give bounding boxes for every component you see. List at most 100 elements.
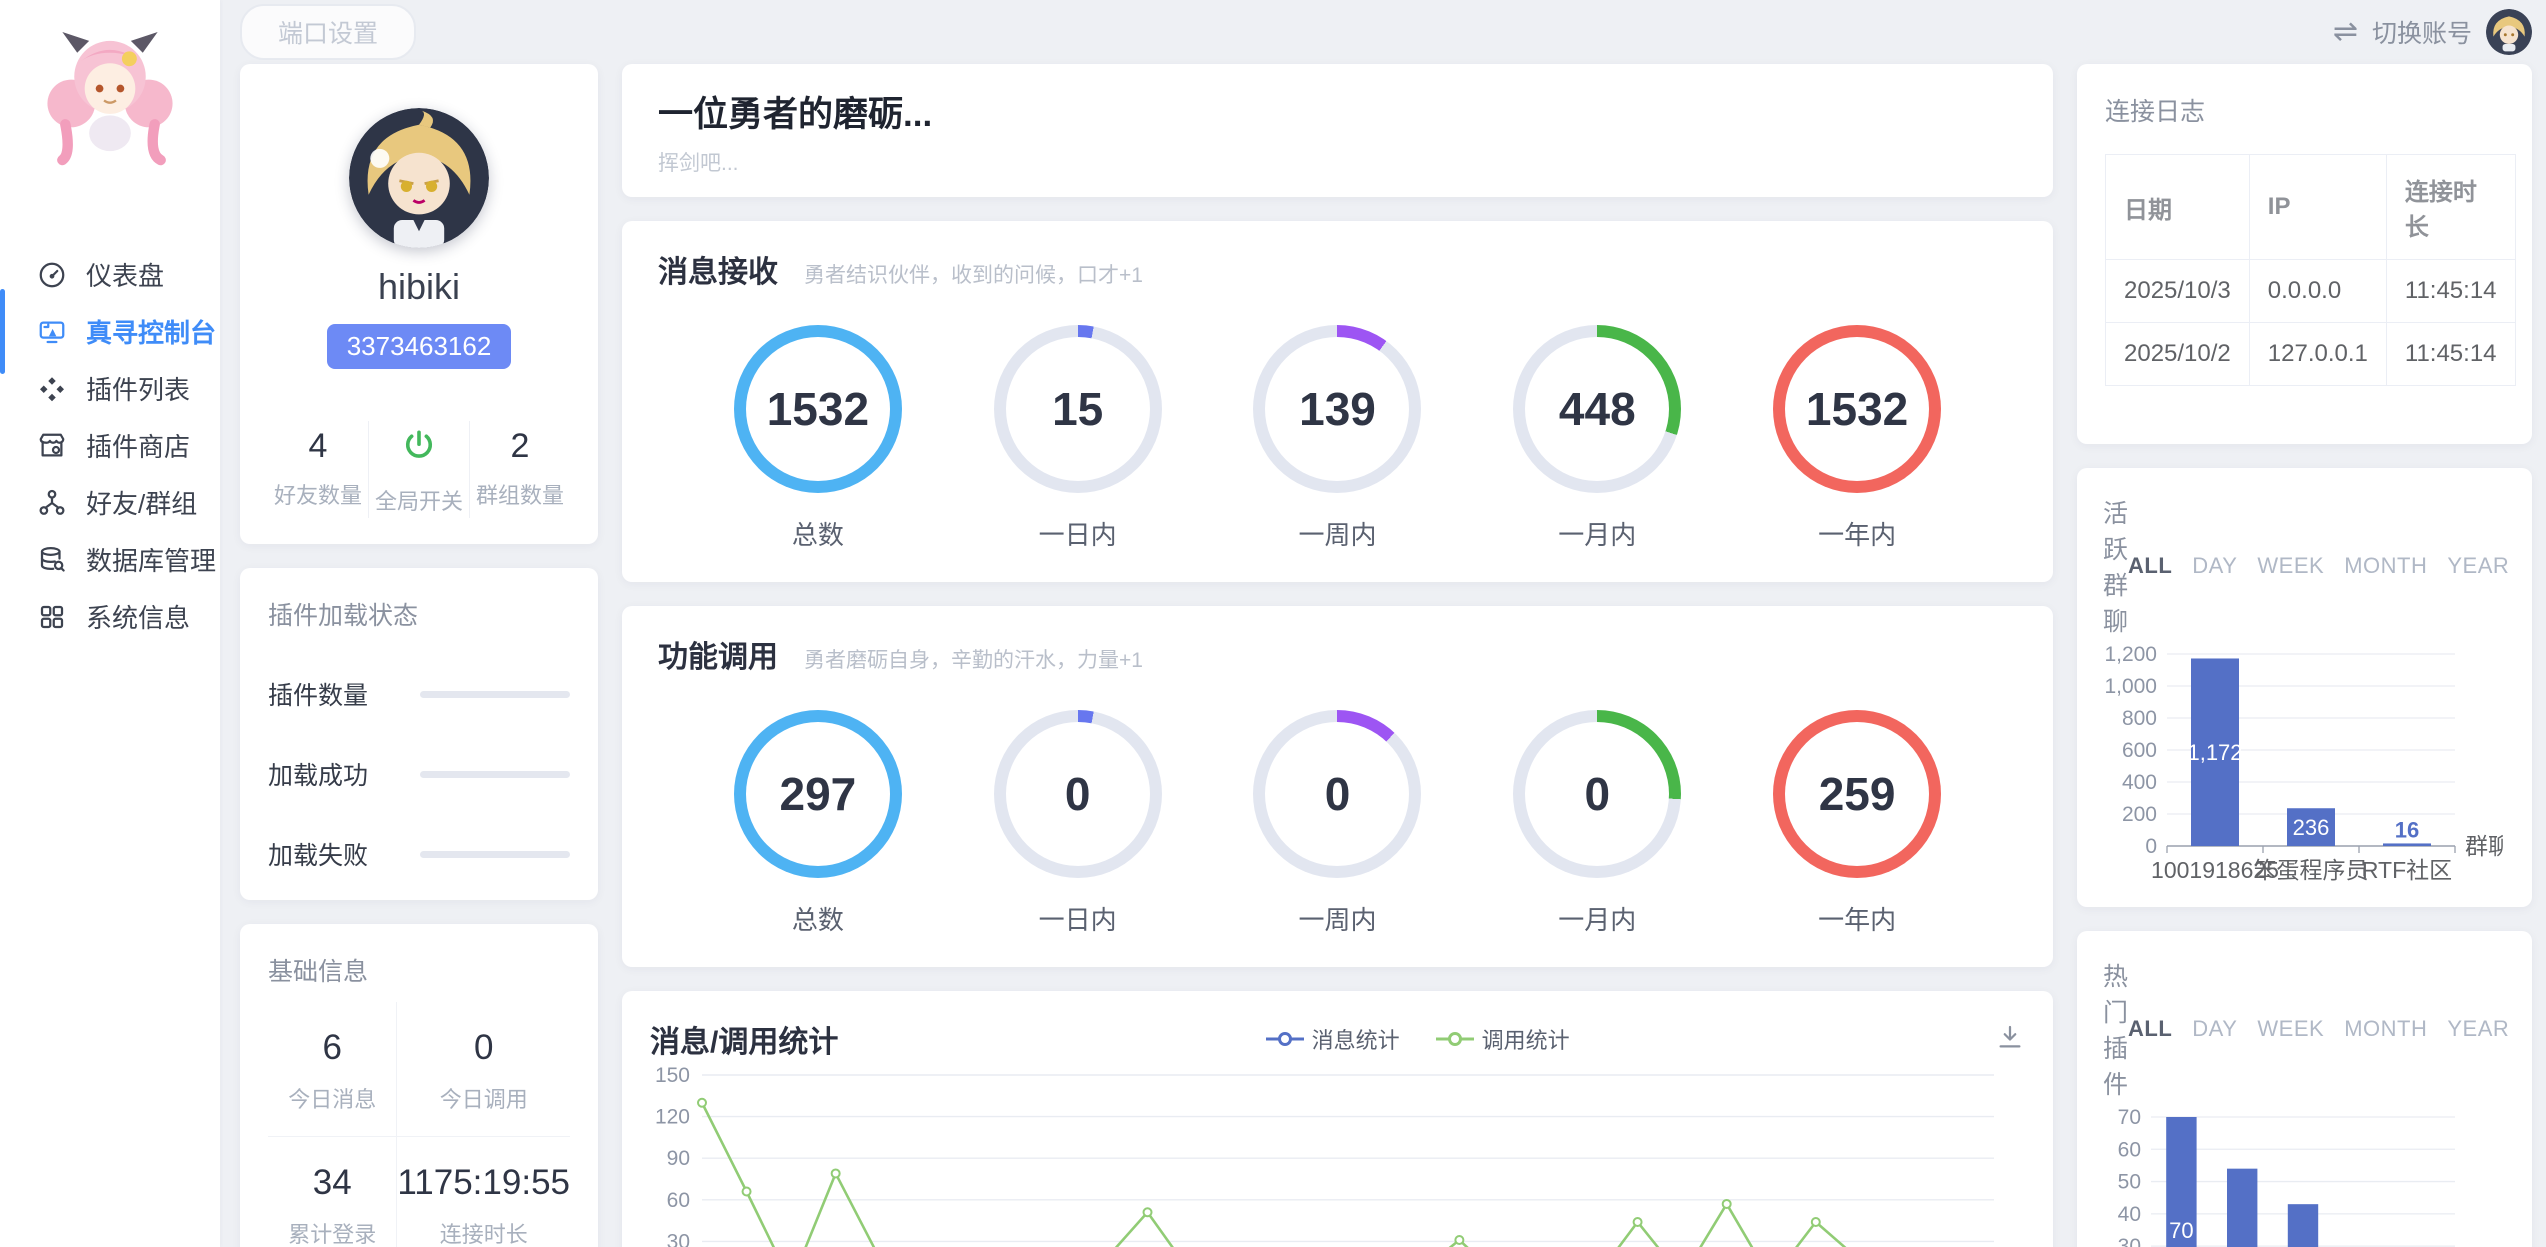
stat-ring-一年内: 259一年内 [1773,710,1941,937]
log-cell: 11:45:14 [2386,260,2515,323]
svg-text:600: 600 [2122,739,2157,762]
plugin-status-rows: 插件数量加载成功加载失败 [268,676,570,872]
stat-ring-一周内: 139一周内 [1253,325,1421,552]
switch-account-button[interactable]: ⇌ 切换账号 [2333,9,2532,55]
hot-plugins-chart: 01020304050607070戳一戳54俄罗斯轮盘赌43bot_plugin… [2103,1101,2503,1247]
active-groups-card: 活跃群聊 ALLDAYWEEKMONTHYEAR 02004006008001,… [2077,468,2532,907]
range-tab-week[interactable]: WEEK [2257,553,2324,579]
ring-value: 139 [1299,382,1376,436]
svg-text:70: 70 [2118,1106,2141,1129]
range-tab-year[interactable]: YEAR [2447,553,2509,579]
log-cell: 2025/10/2 [2106,323,2250,386]
port-settings-button[interactable]: 端口设置 [240,4,416,60]
range-tab-day[interactable]: DAY [2192,1016,2237,1042]
range-tab-all[interactable]: ALL [2128,553,2172,579]
today-messages-cell: 6 今日消息 [268,1002,397,1137]
sidebar: 仪表盘真寻控制台插件列表插件商店好友/群组数据库管理系统信息 [0,0,220,1247]
svg-text:1,172: 1,172 [2187,740,2242,765]
sidebar-item-数据库管理[interactable]: 数据库管理 [0,531,220,588]
sidebar-item-真寻控制台[interactable]: 真寻控制台 [0,303,220,360]
hero-subtitle: 挥剑吧... [658,147,2017,177]
plugin-progress-label: 加载失败 [268,836,420,872]
plugin-progress-bar [420,771,570,778]
console-icon [36,316,68,348]
sidebar-item-label: 插件列表 [86,370,190,407]
svg-text:0: 0 [2145,835,2157,858]
stat-ring-一年内: 1532一年内 [1773,325,1941,552]
log-cell: 0.0.0.0 [2249,260,2386,323]
range-tab-week[interactable]: WEEK [2257,1016,2324,1042]
svg-text:800: 800 [2122,707,2157,730]
chart-legend: 消息统计 调用统计 [838,1023,1995,1055]
stat-ring-一日内: 0一日内 [994,710,1162,937]
svg-text:1,000: 1,000 [2104,675,2157,698]
ring-value: 448 [1559,382,1636,436]
range-tab-year[interactable]: YEAR [2447,1016,2509,1042]
sidebar-item-label: 仪表盘 [86,256,164,293]
legend-label: 调用统计 [1482,1023,1570,1055]
message-received-card: 消息接收 勇者结识伙伴，收到的问候，口才+1 1532总数15一日内139一周内… [622,221,2053,582]
ring-gauge: 297 [734,710,902,878]
connect-duration-cell: 1175:19:55 连接时长 [397,1137,570,1247]
ring-value: 0 [1065,767,1091,821]
app-root: 仪表盘真寻控制台插件列表插件商店好友/群组数据库管理系统信息 端口设置 ⇌ 切换… [0,0,2546,1247]
range-tab-month[interactable]: MONTH [2344,553,2427,579]
sidebar-item-label: 插件商店 [86,427,190,464]
plugin-progress-row: 加载成功 [268,756,570,792]
active-groups-tabs: ALL DAY WEEK MONTH YEAR [2128,553,2509,579]
group-count-label: 群组数量 [470,478,570,510]
ring-gauge: 0 [1513,710,1681,878]
log-cell: 11:45:14 [2386,323,2515,386]
sidebar-item-好友/群组[interactable]: 好友/群组 [0,474,220,531]
stat-ring-总数: 1532总数 [734,325,902,552]
message-rings: 1532总数15一日内139一周内448一月内1532一年内 [658,325,2017,552]
range-tab-day[interactable]: DAY [2192,553,2237,579]
sidebar-item-插件列表[interactable]: 插件列表 [0,360,220,417]
ring-gauge: 1532 [734,325,902,493]
legend-item-调用统计[interactable]: 调用统计 [1434,1023,1570,1055]
stat-ring-一月内: 448一月内 [1513,325,1681,552]
svg-text:60: 60 [2118,1138,2141,1161]
basic-info-card: 基础信息 6 今日消息 0 今日调用 34 累计登录 [240,924,598,1247]
today-messages-label: 今日消息 [268,1082,396,1114]
plugin-progress-label: 插件数量 [268,676,420,712]
today-calls-value: 0 [397,1028,570,1068]
legend-item-消息统计[interactable]: 消息统计 [1264,1023,1400,1055]
system-icon [36,601,68,633]
range-tab-month[interactable]: MONTH [2344,1016,2427,1042]
download-icon[interactable] [1995,1022,2025,1057]
range-tab-all[interactable]: ALL [2128,1016,2172,1042]
ring-gauge: 1532 [1773,325,1941,493]
svg-text:群聊: 群聊 [2465,833,2503,859]
connect-duration-label: 连接时长 [397,1217,570,1247]
today-calls-label: 今日调用 [397,1082,570,1114]
profile-stats: 4 好友数量 全局开关 2 群组数量 [268,421,570,518]
global-switch-stat: 全局开关 [368,421,469,518]
sidebar-item-系统信息[interactable]: 系统信息 [0,588,220,645]
message-card-title: 消息接收 [658,247,778,291]
main-area: 端口设置 ⇌ 切换账号 hibiki 3373463162 [220,0,2546,1247]
group-count-stat: 2 群组数量 [469,421,570,518]
svg-text:236: 236 [2293,815,2330,840]
svg-text:40: 40 [2118,1203,2141,1226]
log-table-row: 2025/10/30.0.0.011:45:14 [2106,260,2516,323]
log-col-header: IP [2249,155,2386,260]
ring-value: 1532 [767,382,869,436]
power-icon[interactable] [369,427,469,472]
legend-marker [1264,1030,1306,1048]
switch-account-label: 切换账号 [2372,14,2472,50]
call-card-subtitle: 勇者磨砺自身，辛勤的汗水，力量+1 [804,644,1143,674]
svg-text:16: 16 [2395,817,2419,842]
svg-text:60: 60 [667,1189,690,1212]
plugin-status-card: 插件加载状态 插件数量加载成功加载失败 [240,568,598,900]
plugin-progress-bar [420,691,570,698]
svg-text:30: 30 [667,1230,690,1247]
global-switch-label: 全局开关 [369,484,469,516]
log-cell: 2025/10/3 [2106,260,2250,323]
call-rings: 297总数0一日内0一周内0一月内259一年内 [658,710,2017,937]
sidebar-nav: 仪表盘真寻控制台插件列表插件商店好友/群组数据库管理系统信息 [0,246,220,645]
call-card-title: 功能调用 [658,632,778,676]
legend-marker [1434,1030,1476,1048]
sidebar-item-仪表盘[interactable]: 仪表盘 [0,246,220,303]
sidebar-item-插件商店[interactable]: 插件商店 [0,417,220,474]
